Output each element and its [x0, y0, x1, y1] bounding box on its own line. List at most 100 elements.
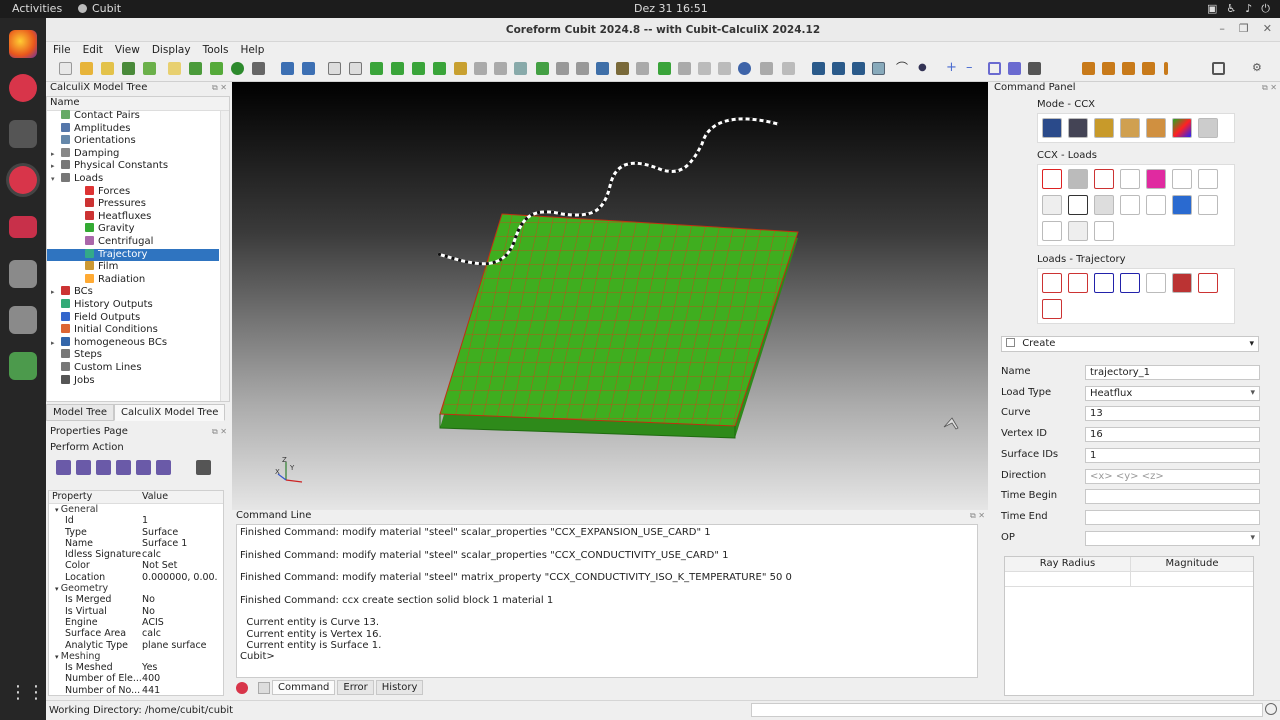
tree-item-physical-constants[interactable]: ▸ Physical Constants: [47, 160, 219, 173]
select-volume-icon[interactable]: [391, 62, 404, 75]
tree-item-loads[interactable]: ▾ Loads: [47, 173, 219, 186]
property-row[interactable]: Is Virtual No: [49, 606, 223, 617]
create-dropdown[interactable]: Create ▾: [1001, 336, 1259, 352]
record-icon[interactable]: [231, 62, 244, 75]
field-name-input[interactable]: trajectory_1: [1085, 365, 1260, 380]
view-front-icon[interactable]: [636, 62, 649, 75]
view-top-icon[interactable]: [678, 62, 691, 75]
fit-view-icon[interactable]: [1212, 62, 1225, 75]
ray-radius-cell[interactable]: [1005, 572, 1131, 586]
load-box-icon[interactable]: [1172, 195, 1192, 215]
mode-loads-icon[interactable]: [1198, 118, 1218, 138]
load-amplitude-icon[interactable]: [1172, 169, 1192, 189]
settings-icon[interactable]: ⚙: [1252, 62, 1265, 75]
point-tool-icon[interactable]: ●: [918, 62, 931, 75]
cubit-launcher-icon[interactable]: [9, 74, 37, 102]
ssd-drive-icon-2[interactable]: [9, 306, 37, 334]
tab-history[interactable]: History: [375, 680, 424, 695]
field-op-select[interactable]: [1085, 530, 1260, 546]
expand-arrow-icon[interactable]: ▾: [51, 173, 61, 186]
property-row[interactable]: Id 1: [49, 515, 223, 526]
tree-item-damping[interactable]: ▸ Damping: [47, 147, 219, 161]
load-tree-icon[interactable]: [1042, 221, 1062, 241]
zoom-out-icon[interactable]: [576, 62, 589, 75]
expand-arrow-icon[interactable]: ▸: [51, 160, 61, 173]
tree-item-gravity[interactable]: Gravity: [47, 223, 219, 236]
app-icon[interactable]: [9, 216, 37, 238]
load-bar-icon[interactable]: [1094, 195, 1114, 215]
traj-grid-icon[interactable]: [1094, 273, 1114, 293]
line-icon[interactable]: –: [966, 61, 979, 75]
tree-item-steps[interactable]: Steps: [47, 349, 219, 362]
mode-block-icon[interactable]: [1094, 118, 1114, 138]
panel-float-close-icon[interactable]: ⧉ ✕: [212, 427, 227, 437]
property-row[interactable]: ▾ Meshing: [49, 651, 223, 662]
save-icon[interactable]: [101, 62, 114, 75]
add-icon[interactable]: +: [946, 61, 959, 75]
tree-scrollbar[interactable]: [220, 111, 229, 401]
field-surface-ids-input[interactable]: 1: [1085, 447, 1260, 463]
mesh-face-icon[interactable]: [514, 62, 527, 75]
property-row[interactable]: Is Meshed Yes: [49, 662, 223, 673]
property-row[interactable]: Color Not Set: [49, 560, 223, 571]
traj-heat-icon[interactable]: [1042, 299, 1062, 319]
load-pressure-icon[interactable]: [1068, 169, 1088, 189]
pressure-icon[interactable]: [1142, 62, 1155, 75]
export-icon[interactable]: [122, 62, 135, 75]
property-row[interactable]: ▾ Geometry: [49, 583, 223, 594]
traj-bars-icon[interactable]: [1120, 273, 1140, 293]
load-contact-icon[interactable]: [1068, 195, 1088, 215]
refresh-icon[interactable]: [536, 62, 549, 75]
shaded-icon[interactable]: [738, 62, 751, 75]
python-icon[interactable]: [258, 681, 270, 694]
graphics-viewport[interactable]: Z Y X: [232, 82, 988, 510]
rotate-icon[interactable]: [596, 62, 609, 75]
meshed-plate[interactable]: [439, 213, 799, 427]
expand-arrow-icon[interactable]: ▸: [51, 148, 61, 161]
undo-icon[interactable]: [281, 62, 294, 75]
tree-item-radiation[interactable]: Radiation: [47, 273, 219, 287]
display-frame-icon[interactable]: [872, 62, 885, 75]
menu-view[interactable]: View: [115, 44, 140, 56]
ray-table-row[interactable]: [1005, 572, 1253, 587]
load-heatflux-icon[interactable]: [1094, 169, 1114, 189]
filter-icon[interactable]: [1028, 62, 1041, 75]
tab-model-tree[interactable]: Model Tree: [46, 404, 115, 421]
view-iso-icon[interactable]: [658, 62, 671, 75]
tab-calculix-model-tree[interactable]: CalculiX Model Tree: [114, 404, 226, 421]
hidden-line-icon[interactable]: [718, 62, 731, 75]
menu-help[interactable]: Help: [240, 44, 264, 56]
property-row[interactable]: ▾ General: [49, 504, 223, 515]
action-binoculars-icon[interactable]: [56, 460, 71, 475]
load-list-icon[interactable]: [1094, 221, 1114, 241]
tree-item-field-outputs[interactable]: Field Outputs: [47, 311, 219, 325]
redo-icon[interactable]: [302, 62, 315, 75]
load-gravity-icon[interactable]: [1120, 169, 1140, 189]
action-chart-icon[interactable]: [76, 460, 91, 475]
files-icon[interactable]: [9, 120, 37, 148]
tab-command[interactable]: Command: [272, 680, 336, 695]
tree-item-jobs[interactable]: Jobs: [47, 374, 219, 388]
tools-icon[interactable]: [252, 62, 265, 75]
view-side-icon[interactable]: [698, 62, 711, 75]
menu-file[interactable]: File: [53, 44, 71, 56]
maximize-icon[interactable]: ❐: [1239, 22, 1249, 35]
property-row[interactable]: Type Surface: [49, 527, 223, 538]
tree-item-history-outputs[interactable]: History Outputs: [47, 299, 219, 312]
tab-error[interactable]: Error: [337, 680, 374, 695]
select-surface-icon[interactable]: [370, 62, 383, 75]
magnitude-cell[interactable]: [1131, 572, 1253, 586]
firefox-icon[interactable]: [9, 30, 37, 58]
tree-item-heatfluxes[interactable]: Heatfluxes: [47, 210, 219, 224]
property-row[interactable]: Location 0.000000, 0.00.: [49, 572, 223, 583]
load-bc-icon[interactable]: [1042, 195, 1062, 215]
property-row[interactable]: Surface Area calc: [49, 628, 223, 639]
property-row[interactable]: Engine ACIS: [49, 617, 223, 628]
load-icon[interactable]: [1082, 62, 1095, 75]
import-icon[interactable]: [143, 62, 156, 75]
select-curve-icon[interactable]: [349, 62, 362, 75]
action-eraser-icon[interactable]: [96, 460, 111, 475]
play-icon[interactable]: [189, 62, 202, 75]
expand-arrow-icon[interactable]: ▸: [51, 286, 61, 299]
bar-icon[interactable]: [1164, 62, 1168, 75]
